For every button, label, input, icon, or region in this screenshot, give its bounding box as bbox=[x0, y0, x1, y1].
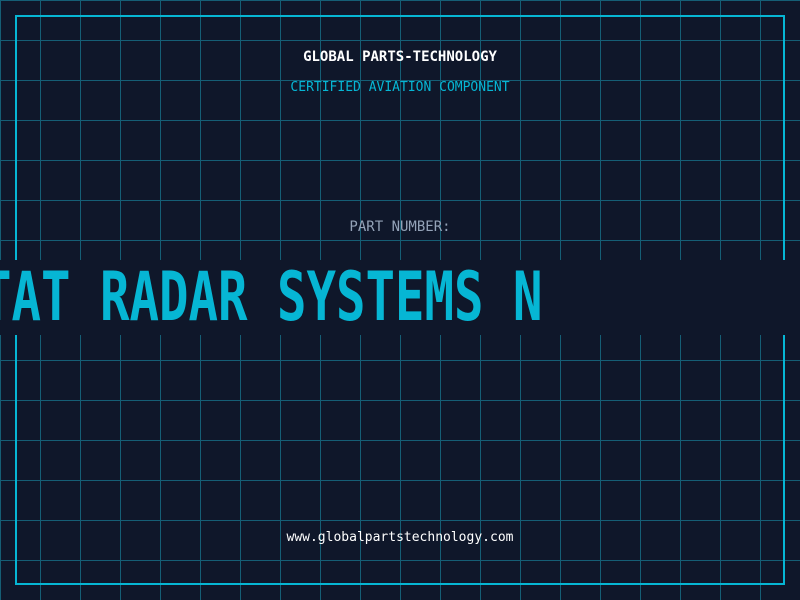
part-number-label: PART NUMBER: bbox=[349, 219, 451, 235]
company-title: GLOBAL PARTS-TECHNOLOGY bbox=[303, 49, 497, 65]
part-number-band: TAT RADAR SYSTEMS N bbox=[0, 260, 800, 335]
certification-subtitle: CERTIFIED AVIATION COMPONENT bbox=[290, 80, 510, 95]
website-link[interactable]: www.globalpartstechnology.com bbox=[0, 530, 800, 545]
part-number-marquee: TAT RADAR SYSTEMS N bbox=[0, 260, 543, 335]
